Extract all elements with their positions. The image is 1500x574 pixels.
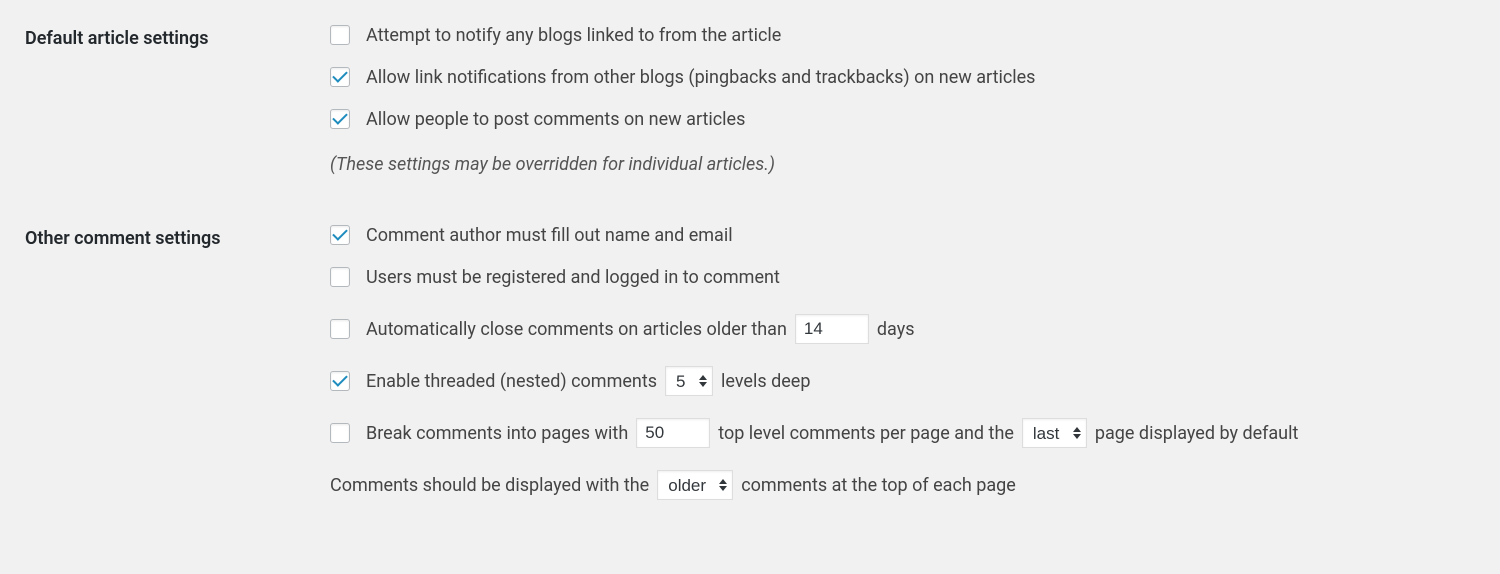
comment-order-label-pre: Comments should be displayed with the <box>330 475 649 496</box>
threaded-line: Enable threaded (nested) comments 5 leve… <box>330 366 1480 396</box>
paginate-line: Break comments into pages with top level… <box>330 418 1480 448</box>
allow-comments-label[interactable]: Allow people to post comments on new art… <box>366 109 745 130</box>
allow-pingbacks-label[interactable]: Allow link notifications from other blog… <box>366 67 1035 88</box>
threaded-checkbox[interactable] <box>330 371 350 391</box>
auto-close-line: Automatically close comments on articles… <box>330 314 1480 344</box>
other-comment-settings-heading: Other comment settings <box>20 220 330 249</box>
allow-pingbacks-line: Allow link notifications from other blog… <box>330 62 1480 92</box>
must-be-registered-checkbox[interactable] <box>330 267 350 287</box>
default-article-heading-text: Default article settings <box>25 28 209 49</box>
auto-close-label-pre[interactable]: Automatically close comments on articles… <box>366 319 787 340</box>
threaded-levels-select[interactable]: 5 <box>665 366 713 396</box>
other-comment-settings-row: Other comment settings Comment author mu… <box>20 220 1480 522</box>
must-fill-name-email-line: Comment author must fill out name and em… <box>330 220 1480 250</box>
must-be-registered-label[interactable]: Users must be registered and logged in t… <box>366 267 780 288</box>
auto-close-label-post: days <box>877 319 915 340</box>
default-article-note-line: (These settings may be overridden for in… <box>330 146 1480 176</box>
paginate-per-page-input[interactable] <box>636 418 710 448</box>
must-fill-name-email-checkbox[interactable] <box>330 225 350 245</box>
must-be-registered-line: Users must be registered and logged in t… <box>330 262 1480 292</box>
paginate-label-mid: top level comments per page and the <box>718 423 1014 444</box>
must-fill-name-email-label[interactable]: Comment author must fill out name and em… <box>366 225 733 246</box>
allow-comments-line: Allow people to post comments on new art… <box>330 104 1480 134</box>
allow-comments-checkbox[interactable] <box>330 109 350 129</box>
auto-close-days-input[interactable] <box>795 314 869 344</box>
paginate-default-page-select[interactable]: last <box>1022 418 1087 448</box>
comment-order-line: Comments should be displayed with the ol… <box>330 470 1480 500</box>
default-article-settings-heading: Default article settings <box>20 20 330 49</box>
threaded-label-pre[interactable]: Enable threaded (nested) comments <box>366 371 657 392</box>
default-article-note: (These settings may be overridden for in… <box>330 154 775 175</box>
notify-linked-checkbox[interactable] <box>330 25 350 45</box>
threaded-label-post: levels deep <box>721 371 810 392</box>
paginate-label-pre[interactable]: Break comments into pages with <box>366 423 628 444</box>
notify-linked-line: Attempt to notify any blogs linked to fr… <box>330 20 1480 50</box>
allow-pingbacks-checkbox[interactable] <box>330 67 350 87</box>
default-article-fields: Attempt to notify any blogs linked to fr… <box>330 20 1480 188</box>
other-comment-heading-text: Other comment settings <box>25 228 221 249</box>
notify-linked-label[interactable]: Attempt to notify any blogs linked to fr… <box>366 25 781 46</box>
auto-close-checkbox[interactable] <box>330 319 350 339</box>
paginate-label-post: page displayed by default <box>1095 423 1298 444</box>
comment-order-select[interactable]: older <box>657 470 733 500</box>
other-comment-fields: Comment author must fill out name and em… <box>330 220 1480 522</box>
comment-order-label-post: comments at the top of each page <box>741 475 1016 496</box>
paginate-checkbox[interactable] <box>330 423 350 443</box>
default-article-settings-row: Default article settings Attempt to noti… <box>20 20 1480 188</box>
